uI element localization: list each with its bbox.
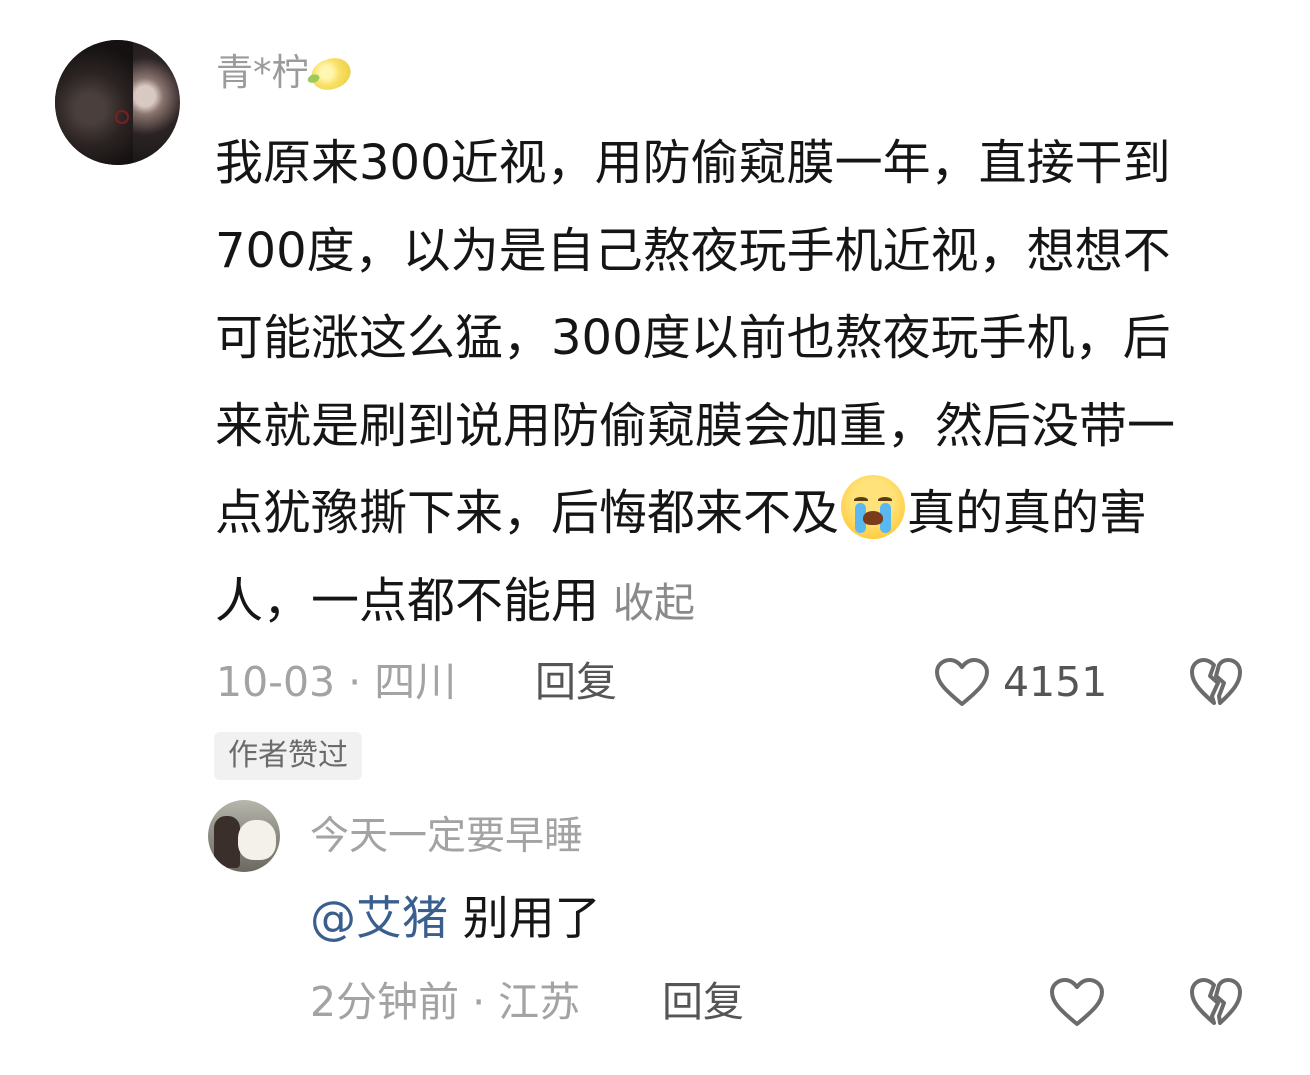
like-count: 4151 <box>1003 658 1108 706</box>
lemon-icon <box>306 53 355 95</box>
comment-thread: 青*柠 我原来300近视，用防偷窥膜一年，直接干到 700度，以为是自己熬夜玩手… <box>0 0 1310 1075</box>
username-text: 青*柠 <box>216 51 309 94</box>
broken-heart-icon <box>1190 978 1242 1025</box>
comment-line-part: 点犹豫撕下来，后悔都来不及 <box>215 485 840 541</box>
heart-outline-icon <box>1050 978 1104 1026</box>
comment-line: 来就是刷到说用防偷窥膜会加重，然后没带一 <box>215 397 1176 454</box>
avatar[interactable] <box>55 40 180 165</box>
reply-reply-button[interactable]: 回复 <box>662 972 744 1032</box>
like-button[interactable]: 4151 <box>933 652 1107 712</box>
reply-text: 别用了 <box>448 891 601 945</box>
crying-face-icon <box>841 475 906 539</box>
comment-meta: 10-03 · 四川 <box>216 658 457 706</box>
comment-line: 我原来300近视，用防偷窥膜一年，直接干到 <box>215 135 1171 191</box>
reply-body: @艾猪 别用了 <box>310 887 601 949</box>
dislike-button[interactable] <box>1188 652 1244 712</box>
comment-line: 点犹豫撕下来，后悔都来不及 真的真的害 <box>215 470 1275 558</box>
reply-button[interactable]: 回复 <box>535 652 617 712</box>
comment-line-part: 真的真的害 <box>907 485 1148 541</box>
broken-heart-icon <box>1190 658 1242 705</box>
reply-avatar[interactable] <box>208 800 280 872</box>
reply-meta: 2分钟前 · 江苏 <box>310 978 581 1026</box>
reply-dislike-button[interactable] <box>1188 972 1244 1032</box>
comment-line: 可能涨这么猛，300度以前也熬夜玩手机，后 <box>215 310 1171 366</box>
comment-line-part: 人，一点都不能用 <box>215 572 600 629</box>
author-liked-badge: 作者赞过 <box>214 732 362 780</box>
reply-like-button[interactable] <box>1048 972 1106 1032</box>
comment-username[interactable]: 青*柠 <box>216 48 355 98</box>
mention-link[interactable]: @艾猪 <box>310 891 448 945</box>
comment-body: 我原来300近视，用防偷窥膜一年，直接干到 700度，以为是自己熬夜玩手机近视，… <box>215 120 1275 645</box>
comment-line: 人，一点都不能用 收起 <box>215 558 1275 646</box>
comment-line: 700度，以为是自己熬夜玩手机近视，想想不 <box>215 222 1171 279</box>
heart-outline-icon <box>935 658 989 706</box>
reply-username[interactable]: 今天一定要早睡 <box>310 810 583 864</box>
collapse-button[interactable]: 收起 <box>613 579 695 627</box>
